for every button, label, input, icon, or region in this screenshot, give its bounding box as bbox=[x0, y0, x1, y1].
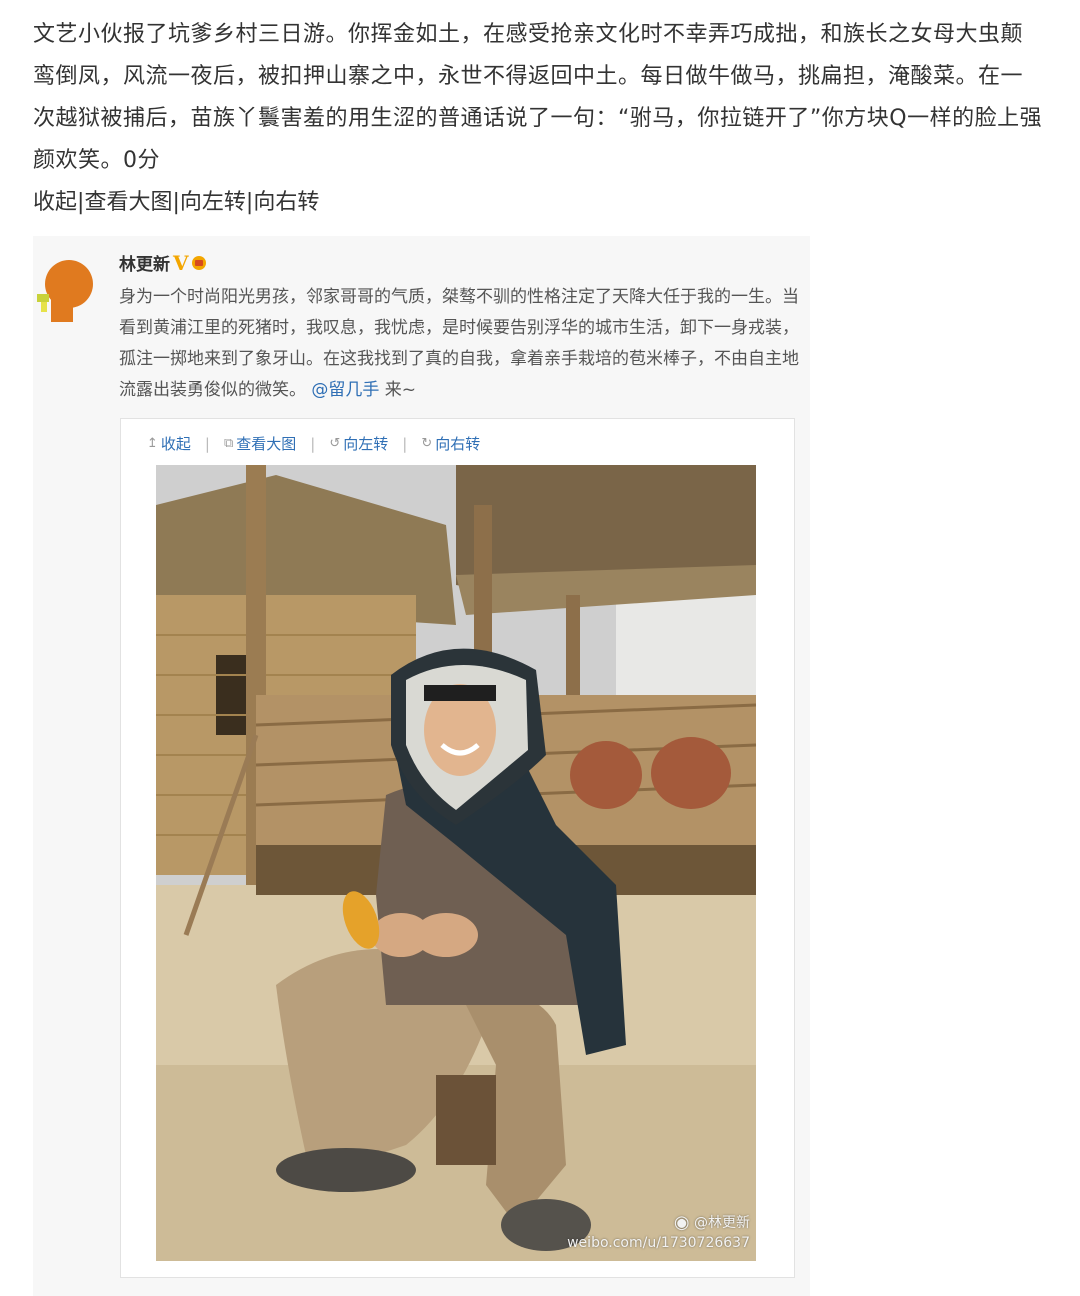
username-link[interactable]: 林更新 bbox=[119, 250, 170, 275]
media-viewer: ↥ 收起 | ⧉ 查看大图 | ↺ 向左转 | ↻ 向右转 ◉ @林更新 wei… bbox=[120, 418, 795, 1278]
separator: | bbox=[172, 190, 180, 215]
toolbar-divider: | bbox=[402, 434, 408, 453]
vip-crown-icon bbox=[191, 255, 206, 270]
rotate-right-button[interactable]: ↻ 向右转 bbox=[421, 433, 480, 454]
weibo-logo-icon: ◉ bbox=[673, 1212, 690, 1233]
mention-link[interactable]: @留几手 bbox=[311, 380, 379, 400]
avatar[interactable] bbox=[33, 254, 101, 322]
rotate-right-icon: ↻ bbox=[421, 436, 433, 451]
media-toolbar: ↥ 收起 | ⧉ 查看大图 | ↺ 向左转 | ↻ 向右转 bbox=[147, 433, 480, 454]
watermark-user: @林更新 bbox=[694, 1215, 750, 1231]
rotate-right-label: 向右转 bbox=[435, 435, 481, 453]
watermark-url: weibo.com/u/1730726637 bbox=[567, 1235, 750, 1251]
view-large-button[interactable]: ⧉ 查看大图 bbox=[224, 433, 296, 454]
toolbar-divider: | bbox=[310, 434, 316, 453]
verified-badge-icon: V bbox=[173, 250, 189, 275]
rotate-left-link[interactable]: 向左转 bbox=[180, 190, 246, 215]
rotate-right-link[interactable]: 向右转 bbox=[253, 190, 319, 215]
repost-text: 文艺小伙报了坑爹乡村三日游。你挥金如土，在感受抢亲文化时不幸弄巧成拙，和族长之女… bbox=[33, 22, 1043, 173]
arrow-up-icon: ↥ bbox=[147, 436, 158, 451]
original-post-card: 林更新 V 身为一个时尚阳光男孩，邻家哥哥的气质，桀骜不驯的性格注定了天降大任于… bbox=[33, 236, 810, 1296]
collapse-link[interactable]: 收起 bbox=[33, 190, 77, 215]
repost-actions: 收起|查看大图|向左转|向右转 bbox=[33, 182, 319, 224]
rotate-left-icon: ↺ bbox=[329, 436, 341, 451]
external-link-icon: ⧉ bbox=[223, 436, 234, 451]
rotate-left-button[interactable]: ↺ 向左转 bbox=[329, 433, 388, 454]
username-row: 林更新 V bbox=[119, 250, 206, 275]
collapse-label: 收起 bbox=[160, 435, 191, 453]
photo-watermark: ◉ @林更新 weibo.com/u/1730726637 bbox=[567, 1213, 750, 1253]
post-photo[interactable]: ◉ @林更新 weibo.com/u/1730726637 bbox=[156, 465, 756, 1261]
rotate-left-label: 向左转 bbox=[343, 435, 389, 453]
original-post-text: 身为一个时尚阳光男孩，邻家哥哥的气质，桀骜不驯的性格注定了天降大任于我的一生。当… bbox=[119, 282, 799, 406]
toolbar-divider: | bbox=[204, 434, 210, 453]
view-large-link[interactable]: 查看大图 bbox=[84, 190, 172, 215]
post-body: 身为一个时尚阳光男孩，邻家哥哥的气质，桀骜不驯的性格注定了天降大任于我的一生。当… bbox=[119, 287, 799, 400]
collapse-button[interactable]: ↥ 收起 bbox=[147, 433, 191, 454]
view-large-label: 查看大图 bbox=[236, 435, 297, 453]
post-suffix: 来~ bbox=[379, 380, 417, 400]
